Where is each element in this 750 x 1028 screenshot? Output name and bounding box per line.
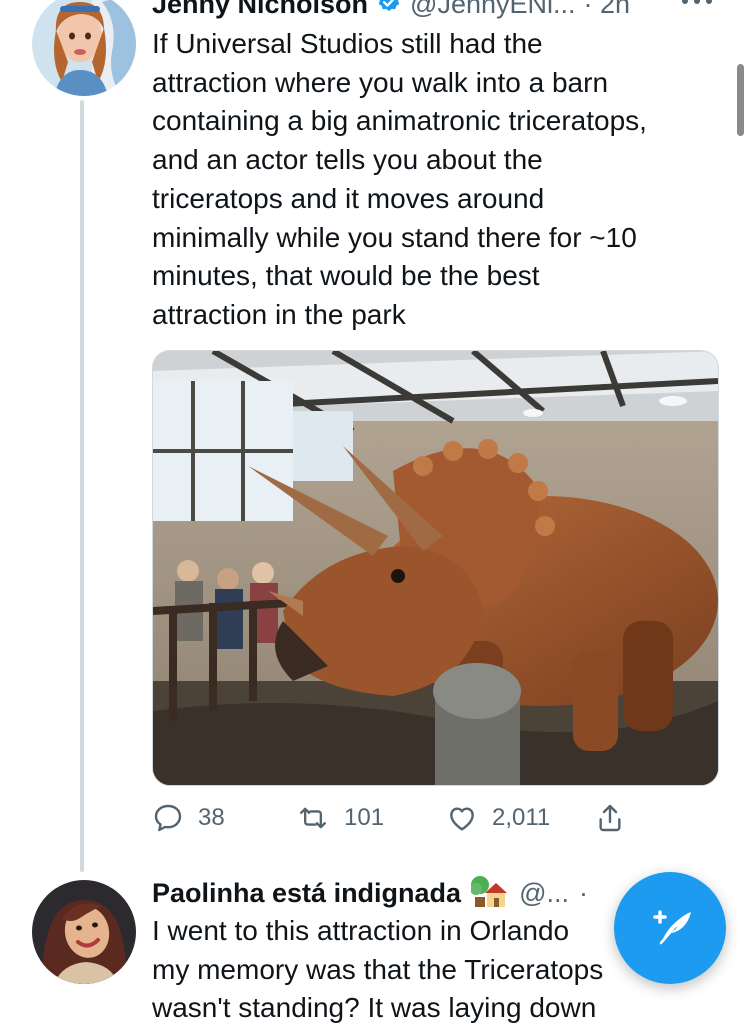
verified-badge-icon bbox=[376, 0, 402, 20]
compose-feather-icon bbox=[643, 899, 697, 958]
retweet-button[interactable]: 101 bbox=[296, 802, 384, 834]
share-button[interactable] bbox=[594, 802, 626, 834]
reply-button[interactable]: 38 bbox=[152, 802, 225, 834]
like-count: 2,011 bbox=[492, 804, 551, 831]
avatar-jenny[interactable] bbox=[32, 0, 136, 96]
share-icon bbox=[594, 802, 626, 834]
more-icon[interactable] bbox=[680, 0, 714, 17]
tweet2-handle: @... bbox=[519, 877, 569, 908]
tweet2-timestamp[interactable]: · bbox=[579, 878, 588, 909]
like-button[interactable]: 2,011 bbox=[446, 802, 550, 834]
scrollbar-thumb[interactable] bbox=[737, 64, 744, 136]
reply-icon bbox=[152, 802, 184, 834]
retweet-count: 101 bbox=[344, 804, 385, 831]
triceratops-photo bbox=[153, 351, 718, 785]
tweet1-header: Jenny Nicholson @JennyENi... · 2h bbox=[152, 0, 630, 22]
tweet1-text: If Universal Studios still had the attra… bbox=[152, 28, 647, 330]
tweet1-author-name[interactable]: Jenny Nicholson bbox=[152, 0, 368, 20]
tweet1-timestamp[interactable]: · 2h bbox=[584, 0, 631, 20]
tweet1-media-image[interactable] bbox=[152, 350, 719, 786]
tweet2-header: Paolinha está indignada @... · bbox=[152, 873, 588, 913]
avatar-paolinha[interactable] bbox=[32, 880, 136, 984]
retweet-icon bbox=[296, 802, 330, 834]
house-tree-emoji-icon bbox=[470, 873, 509, 914]
compose-tweet-button[interactable] bbox=[614, 872, 726, 984]
tweet2-author-name[interactable]: Paolinha está indignada bbox=[152, 878, 461, 909]
thread-connector bbox=[80, 100, 84, 872]
like-icon bbox=[446, 802, 478, 834]
reply-count: 38 bbox=[198, 804, 225, 831]
tweet1-handle: @JennyENi... bbox=[410, 0, 576, 19]
